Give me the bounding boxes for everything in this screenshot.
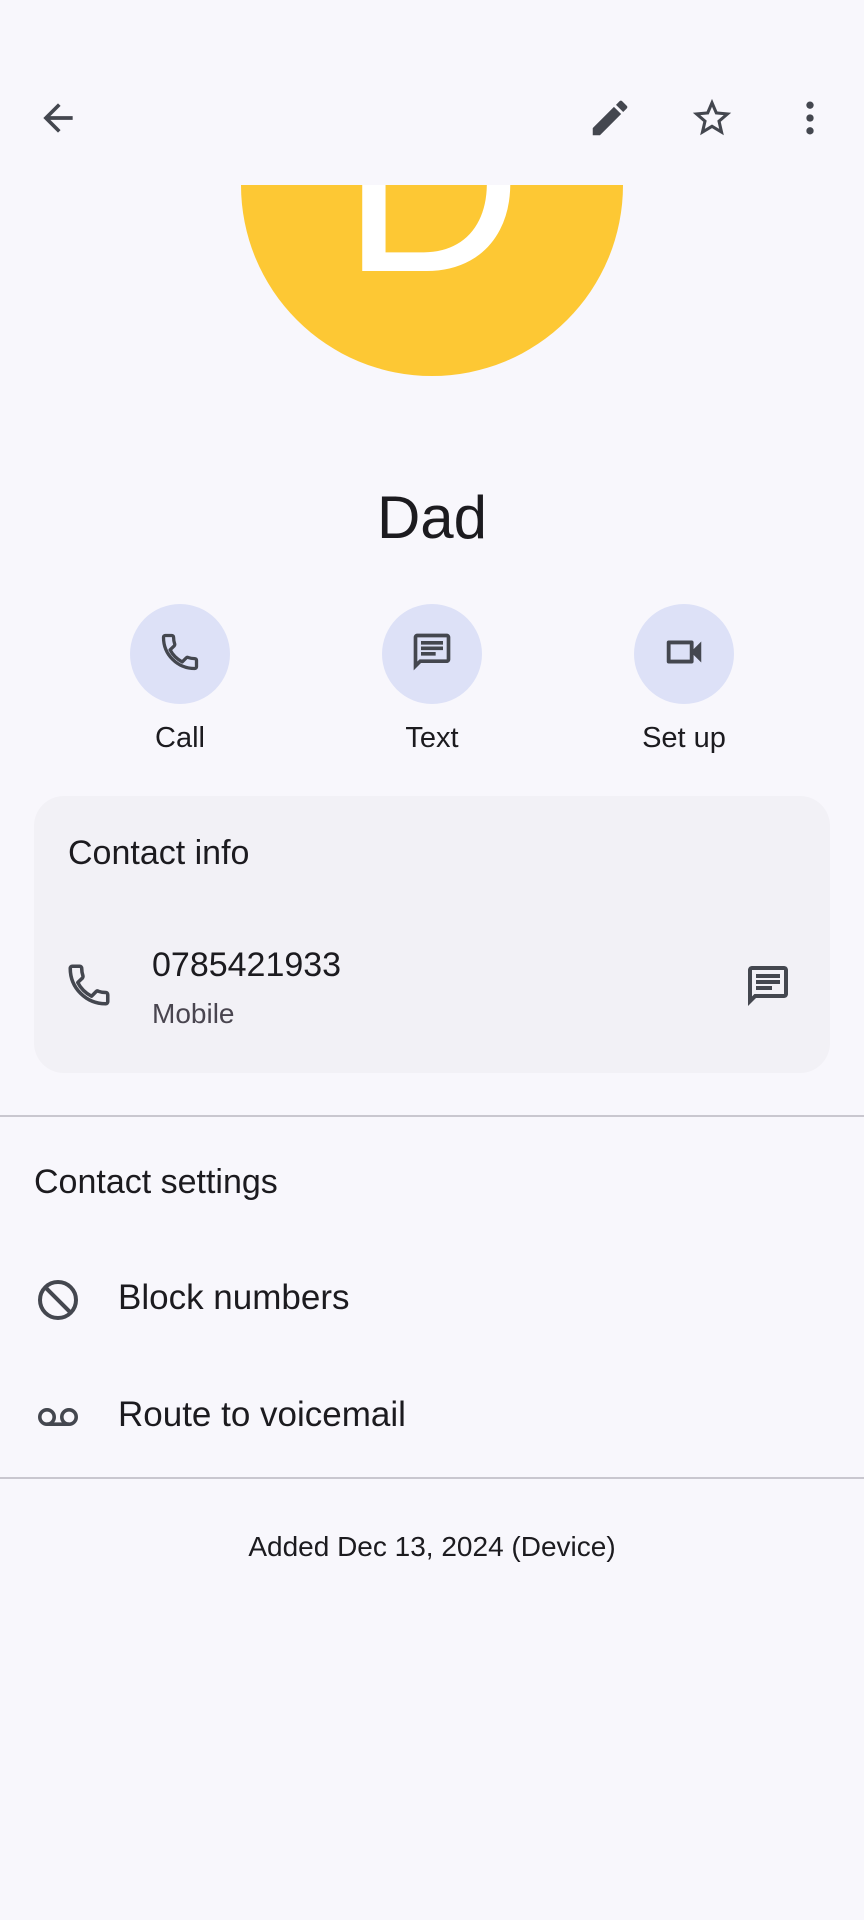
contact-info-card: Contact info 0785421933 Mobile	[34, 796, 830, 1073]
divider	[0, 1477, 864, 1479]
video-setup-action-button[interactable]: Set up	[584, 604, 784, 755]
contact-info-title: Contact info	[68, 834, 250, 872]
video-setup-action-circle	[634, 604, 734, 704]
phone-icon	[158, 630, 202, 679]
message-icon[interactable]	[744, 962, 792, 1015]
edit-button[interactable]	[578, 86, 642, 150]
back-button[interactable]	[26, 86, 90, 150]
route-to-voicemail-row[interactable]: Route to voicemail	[0, 1362, 864, 1472]
phone-number: 0785421933	[152, 946, 342, 984]
message-icon	[410, 630, 454, 679]
call-action-label: Call	[155, 722, 205, 754]
avatar-container: D	[0, 185, 864, 445]
more-options-button[interactable]	[778, 86, 842, 150]
call-action-circle	[130, 604, 230, 704]
avatar-initial: D	[342, 185, 523, 310]
added-date-text: Added Dec 13, 2024 (Device)	[248, 1531, 616, 1562]
voicemail-icon	[34, 1393, 82, 1441]
block-icon	[34, 1276, 82, 1324]
divider	[0, 1115, 864, 1117]
contact-name: Dad	[376, 484, 488, 551]
call-action-button[interactable]: Call	[80, 604, 280, 755]
more-vert-icon	[788, 96, 832, 140]
block-numbers-label: Block numbers	[118, 1278, 350, 1317]
block-numbers-row[interactable]: Block numbers	[0, 1245, 864, 1355]
arrow-back-icon	[36, 96, 80, 140]
phone-icon	[64, 960, 114, 1015]
phone-number-row[interactable]: 0785421933 Mobile	[34, 926, 830, 1046]
star-outline-icon	[689, 95, 735, 141]
phone-type: Mobile	[152, 998, 235, 1029]
text-action-label: Text	[405, 722, 459, 754]
pencil-icon	[587, 95, 633, 141]
favorite-button[interactable]	[680, 86, 744, 150]
contact-settings-title: Contact settings	[34, 1163, 278, 1201]
text-action-button[interactable]: Text	[332, 604, 532, 755]
route-to-voicemail-label: Route to voicemail	[118, 1395, 406, 1434]
video-camera-icon	[661, 629, 707, 680]
video-setup-action-label: Set up	[642, 722, 726, 754]
text-action-circle	[382, 604, 482, 704]
avatar: D	[241, 185, 623, 376]
